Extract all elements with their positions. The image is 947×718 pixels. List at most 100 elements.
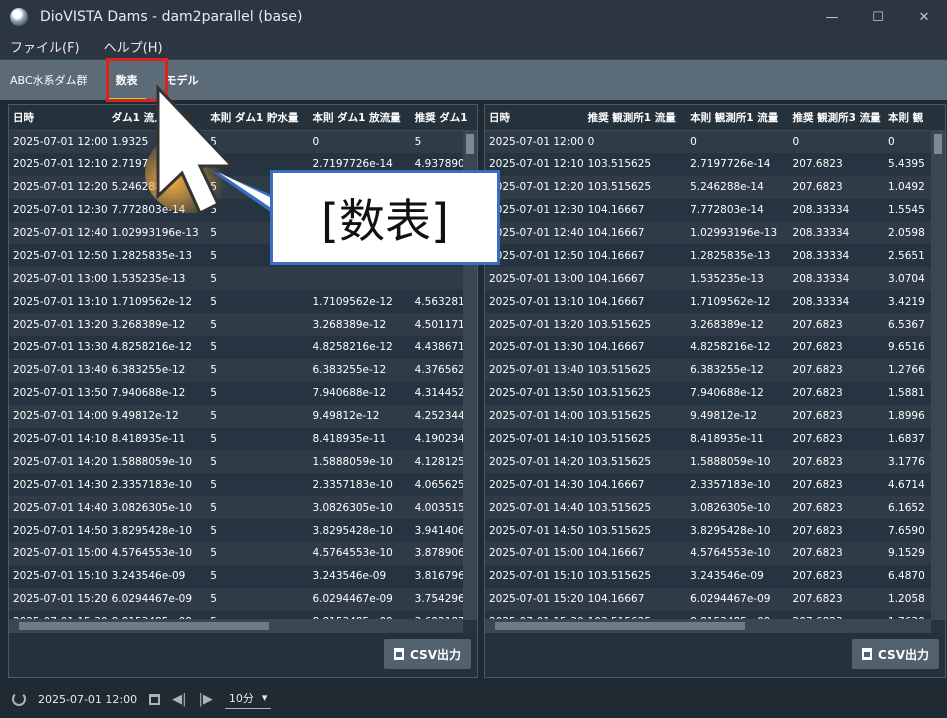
table-cell[interactable]: 103.515625 xyxy=(583,381,687,405)
calendar-button[interactable] xyxy=(149,693,161,705)
table-cell[interactable]: 3.268389e-12 xyxy=(308,313,411,337)
table-cell[interactable]: 2025-07-01 13:50 xyxy=(485,381,584,405)
step-forward-button[interactable]: |▶ xyxy=(199,692,213,707)
close-button[interactable]: ✕ xyxy=(901,0,947,34)
table-cell[interactable]: 208.33334 xyxy=(788,267,885,291)
table-cell[interactable]: 6.0294467e-09 xyxy=(686,587,789,611)
table-cell[interactable]: 1.535235e-13 xyxy=(686,267,789,291)
table-row[interactable]: 2025-07-01 15:10 103.515625 3.243546e-09 20… xyxy=(485,564,945,588)
table-cell[interactable]: 6.383255e-12 xyxy=(308,358,411,382)
table-row[interactable]: 2025-07-01 12:20 103.515625 5.246288e-14 20… xyxy=(485,175,945,199)
table-cell[interactable]: 1.5888059e-10 xyxy=(308,450,411,474)
table-cell[interactable]: 208.33334 xyxy=(788,244,885,268)
table-cell[interactable]: 2.3357183e-10 xyxy=(686,473,789,497)
table-cell[interactable]: 104.16667 xyxy=(583,473,687,497)
table-cell[interactable]: 103.515625 xyxy=(583,152,687,176)
table-cell[interactable]: 2025-07-01 12:10 xyxy=(9,152,108,176)
table-cell[interactable]: 207.6823 xyxy=(788,152,885,176)
table-cell[interactable]: 7.940688e-12 xyxy=(686,381,789,405)
table-cell[interactable]: 104.16667 xyxy=(583,267,687,291)
table-cell[interactable]: 2025-07-01 15:00 xyxy=(485,542,584,565)
table-cell[interactable]: 207.6823 xyxy=(788,336,885,359)
table-row[interactable]: 2025-07-01 14:50 103.515625 3.8295428e-10 2… xyxy=(485,519,945,543)
table-cell[interactable]: 103.515625 xyxy=(583,175,687,199)
table-cell[interactable]: 103.515625 xyxy=(583,450,687,474)
table-row[interactable]: 2025-07-01 13:10 1.7109562e-12 5 1.7109562e… xyxy=(9,290,477,314)
column-header[interactable]: 本則 観 xyxy=(884,105,945,131)
table-row[interactable]: 2025-07-01 14:30 104.16667 2.3357183e-10 20… xyxy=(485,473,945,497)
interval-select[interactable]: 10分 ▾ xyxy=(224,690,272,709)
table-cell[interactable]: 5 xyxy=(206,290,309,314)
table-cell[interactable]: 103.515625 xyxy=(583,519,687,543)
table-row[interactable]: 2025-07-01 12:00 0 0 0 0 xyxy=(485,130,945,153)
table-cell[interactable]: 7.940688e-12 xyxy=(308,381,411,405)
table-row[interactable]: 2025-07-01 13:00 1.535235e-13 5 xyxy=(9,267,477,291)
refresh-button[interactable] xyxy=(12,692,26,706)
table-row[interactable]: 2025-07-01 13:40 6.383255e-12 5 6.383255e-1… xyxy=(9,358,477,382)
table-cell[interactable]: 5 xyxy=(206,427,309,451)
menu-help[interactable]: ヘルプ(H) xyxy=(104,37,163,56)
table-cell[interactable]: 7.772803e-14 xyxy=(686,198,789,222)
table-cell[interactable]: 6.0294467e-09 xyxy=(107,587,207,611)
table-cell[interactable]: 5 xyxy=(206,450,309,474)
table-row[interactable]: 2025-07-01 12:30 104.16667 7.772803e-14 208… xyxy=(485,198,945,222)
column-header[interactable]: 本則 ダム1 放流量 xyxy=(308,105,411,131)
table-row[interactable]: 2025-07-01 15:00 104.16667 4.5764553e-10 20… xyxy=(485,542,945,565)
table-cell[interactable]: 2025-07-01 14:30 xyxy=(9,473,108,497)
table-cell[interactable]: 5 xyxy=(206,313,309,337)
table-cell[interactable]: 2025-07-01 13:20 xyxy=(485,313,584,337)
table-cell[interactable]: 4.8258216e-12 xyxy=(107,336,207,359)
table-cell[interactable]: 3.8295428e-10 xyxy=(686,519,789,543)
table-cell[interactable]: 4.8258216e-12 xyxy=(686,336,789,359)
table-cell[interactable]: 207.6823 xyxy=(788,381,885,405)
table-cell[interactable]: 104.16667 xyxy=(583,587,687,611)
table-cell[interactable]: 1.535235e-13 xyxy=(107,267,207,291)
table-cell[interactable]: 2025-07-01 13:20 xyxy=(9,313,108,337)
table-cell[interactable]: 2025-07-01 13:10 xyxy=(485,290,584,314)
table-cell[interactable]: 2025-07-01 15:20 xyxy=(9,587,108,611)
table-cell[interactable]: 2025-07-01 15:10 xyxy=(9,564,108,588)
table-row[interactable]: 2025-07-01 14:40 103.515625 3.0826305e-10 2… xyxy=(485,496,945,520)
table-row[interactable]: 2025-07-01 14:00 103.515625 9.49812e-12 207… xyxy=(485,404,945,428)
table-cell[interactable]: 207.6823 xyxy=(788,175,885,199)
table-row[interactable]: 2025-07-01 14:50 3.8295428e-10 5 3.8295428e… xyxy=(9,519,477,543)
table-cell[interactable]: 2025-07-01 14:40 xyxy=(9,496,108,520)
table-cell[interactable]: 0 xyxy=(788,130,885,153)
table-row[interactable]: 2025-07-01 12:10 103.515625 2.7197726e-14 2… xyxy=(485,152,945,176)
table-cell[interactable]: 0 xyxy=(583,130,687,153)
menu-file[interactable]: ファイル(F) xyxy=(10,37,80,56)
table-cell[interactable]: 2025-07-01 14:40 xyxy=(485,496,584,520)
table-row[interactable]: 2025-07-01 14:20 1.5888059e-10 5 1.5888059e… xyxy=(9,450,477,474)
table-cell[interactable]: 2025-07-01 15:10 xyxy=(485,564,584,588)
table-cell[interactable]: 0 xyxy=(686,130,789,153)
table-cell[interactable]: 2025-07-01 13:00 xyxy=(9,267,108,291)
table-row[interactable]: 2025-07-01 13:50 103.515625 7.940688e-12 20… xyxy=(485,381,945,405)
table-cell[interactable]: 2025-07-01 12:20 xyxy=(9,175,108,199)
table-cell[interactable]: 2025-07-01 14:00 xyxy=(485,404,584,428)
table-cell[interactable]: 1.7109562e-12 xyxy=(308,290,411,314)
table-cell[interactable]: 3.243546e-09 xyxy=(107,564,207,588)
table-cell[interactable]: 104.16667 xyxy=(583,290,687,314)
table-cell[interactable]: 103.515625 xyxy=(583,496,687,520)
table-cell[interactable]: 207.6823 xyxy=(788,542,885,565)
table-cell[interactable]: 3.268389e-12 xyxy=(107,313,207,337)
table-row[interactable]: 2025-07-01 14:10 8.418935e-11 5 8.418935e-1… xyxy=(9,427,477,451)
table-cell[interactable]: 2025-07-01 15:20 xyxy=(485,587,584,611)
scroll-thumb[interactable] xyxy=(495,622,745,630)
scroll-thumb[interactable] xyxy=(19,622,269,630)
table-cell[interactable]: 6.383255e-12 xyxy=(107,358,207,382)
table-cell[interactable]: 2025-07-01 13:40 xyxy=(9,358,108,382)
table-cell[interactable]: 2025-07-01 14:30 xyxy=(485,473,584,497)
table-cell[interactable]: 2.3357183e-10 xyxy=(308,473,411,497)
table-cell[interactable]: 5 xyxy=(206,381,309,405)
table-cell[interactable]: 2025-07-01 12:30 xyxy=(9,198,108,222)
table-cell[interactable]: 3.243546e-09 xyxy=(686,564,789,588)
table-cell[interactable]: 104.16667 xyxy=(583,542,687,565)
table-cell[interactable]: 103.515625 xyxy=(583,313,687,337)
table-cell[interactable]: 2025-07-01 12:00 xyxy=(9,130,108,153)
right-horizontal-scrollbar[interactable] xyxy=(485,619,931,633)
table-cell[interactable]: 5 xyxy=(206,564,309,588)
table-cell[interactable]: 2025-07-01 12:00 xyxy=(485,130,584,153)
table-cell[interactable]: 2025-07-01 14:10 xyxy=(9,427,108,451)
table-cell[interactable]: 3.268389e-12 xyxy=(686,313,789,337)
